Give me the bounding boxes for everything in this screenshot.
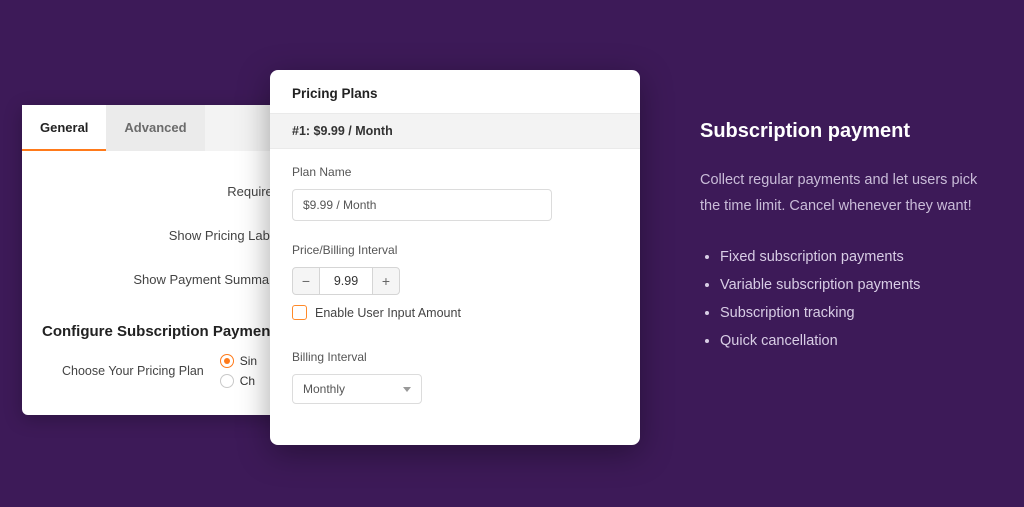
marketing-title: Subscription payment	[700, 120, 1000, 143]
feature-item: Variable subscription payments	[720, 277, 1000, 293]
radio-icon	[220, 354, 234, 368]
pricing-plans-panel: Pricing Plans #1: $9.99 / Month Plan Nam…	[270, 70, 640, 445]
billing-interval-select[interactable]: Monthly	[292, 374, 422, 404]
option-label: Show Payment Summary	[133, 272, 280, 287]
price-value[interactable]: 9.99	[320, 267, 372, 295]
marketing-copy: Subscription payment Collect regular pay…	[700, 120, 1000, 361]
radio-label: Ch	[240, 374, 255, 388]
tab-advanced[interactable]: Advanced	[106, 105, 204, 151]
radio-icon	[220, 374, 234, 388]
feature-item: Quick cancellation	[720, 333, 1000, 349]
panel-title: Pricing Plans	[270, 70, 640, 113]
price-label: Price/Billing Interval	[292, 243, 618, 257]
marketing-description: Collect regular payments and let users p…	[700, 167, 1000, 219]
choose-label: Choose Your Pricing Plan	[62, 364, 204, 378]
billing-interval-label: Billing Interval	[292, 350, 618, 364]
select-value: Monthly	[303, 382, 345, 396]
radio-group: Sin Ch	[220, 354, 257, 388]
checkbox-icon	[292, 305, 307, 320]
radio-label: Sin	[240, 354, 257, 368]
feature-list: Fixed subscription payments Variable sub…	[700, 249, 1000, 349]
tab-general[interactable]: General	[22, 105, 106, 151]
plan-name-label: Plan Name	[292, 165, 618, 179]
radio-item-ch[interactable]: Ch	[220, 374, 257, 388]
checkbox-label: Enable User Input Amount	[315, 306, 461, 320]
feature-item: Fixed subscription payments	[720, 249, 1000, 265]
enable-user-input-row[interactable]: Enable User Input Amount	[292, 305, 618, 320]
price-increment-button[interactable]: +	[372, 267, 400, 295]
plan-body: Plan Name Price/Billing Interval − 9.99 …	[270, 149, 640, 420]
plan-name-input[interactable]	[292, 189, 552, 221]
radio-item-sin[interactable]: Sin	[220, 354, 257, 368]
feature-item: Subscription tracking	[720, 305, 1000, 321]
price-decrement-button[interactable]: −	[292, 267, 320, 295]
plan-accordion-header[interactable]: #1: $9.99 / Month	[270, 113, 640, 149]
option-label: Show Pricing Label	[169, 228, 280, 243]
price-stepper: − 9.99 +	[292, 267, 618, 295]
